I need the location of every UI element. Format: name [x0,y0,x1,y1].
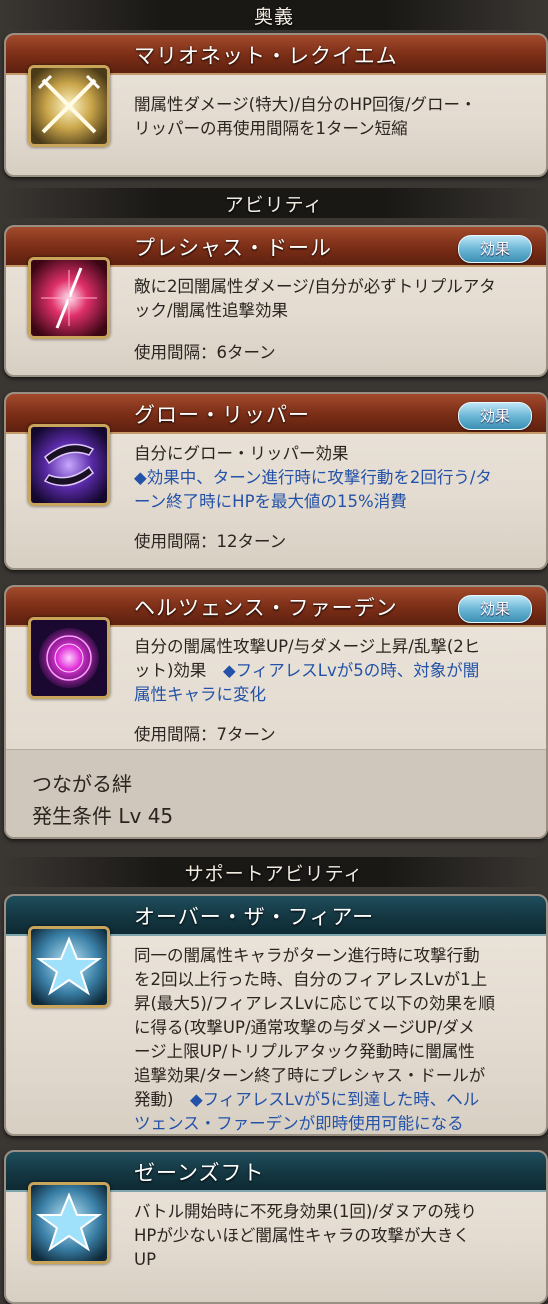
dual-blades-icon [28,424,110,506]
support-card-sehnsucht[interactable]: ゼーンズフト バトル開始時に不死身効果(1回)/ダヌアの残り HPが少ないほど闇… [4,1150,548,1304]
effect-button[interactable]: 効果 [458,595,532,623]
ability-interval: 使用間隔：12ターン [134,532,287,551]
ability-interval: 使用間隔：7ターン [134,725,276,744]
star-icon [28,1182,110,1264]
ougi-name: マリオネット・レクイエム [134,44,398,68]
support-description: 同一の闇属性キャラがターン進行時に攻撃行動 を2回以上行った時、自分のフィアレス… [134,946,496,1133]
ability-name: グロー・リッパー [134,403,310,427]
pink-slash-icon [28,257,110,339]
section-header-ability: アビリティ [0,188,548,218]
ability-description: 自分の闇属性攻撃UP/与ダメージ上昇/乱撃(2ヒ ット)効果 ◆フィアレスLvが… [134,637,481,704]
effect-button[interactable]: 効果 [458,402,532,430]
support-description: バトル開始時に不死身効果(1回)/ダヌアの残り HPが少ないほど闇属性キャラの攻… [134,1202,477,1269]
section-title-ougi: 奥義 [253,5,294,28]
section-header-ougi: 奥義 [0,0,548,30]
support-card-over-the-fear[interactable]: オーバー・ザ・フィアー 同一の闇属性キャラがターン進行時に攻撃行動 を2回以上行… [4,894,548,1136]
crossed-swords-icon [28,65,110,147]
bond-condition: 発生条件 Lv 45 [32,804,174,828]
ability-description: 敵に2回闇属性ダメージ/自分が必ずトリプルアタ ック/闇属性追撃効果 [134,277,496,320]
ougi-description: 闇属性ダメージ(特大)/自分のHP回復/グロー・ リッパーの再使用間隔を1ターン… [134,95,477,138]
ougi-card[interactable]: マリオネット・レクイエム 闇属性ダメージ(特大)/自分のHP回復/グロー・ リッ… [4,33,548,177]
section-title-ability: アビリティ [224,193,324,216]
support-name: オーバー・ザ・フィアー [134,905,375,929]
star-icon [28,926,110,1008]
ability-name: ヘルツェンス・ファーデン [134,596,398,620]
support-name: ゼーンズフト [134,1161,265,1185]
ability-interval: 使用間隔：6ターン [134,343,276,362]
bond-panel: つながる絆 発生条件 Lv 45 [6,749,546,837]
bond-title: つながる絆 [32,772,132,796]
ability-card-glow-ripper[interactable]: グロー・リッパー 効果 自分にグロー・リッパー効果 ◆効果中、ターン進行時に攻撃… [4,392,548,570]
ability-card-herzens-faden[interactable]: ヘルツェンス・ファーデン 効果 自分の闇属性攻撃UP/与ダメージ上昇/乱撃(2ヒ… [4,585,548,839]
effect-button[interactable]: 効果 [458,235,532,263]
section-title-support: サポートアビリティ [184,862,364,885]
ability-card-precious-doll[interactable]: プレシャス・ドール 効果 敵に2回闇属性ダメージ/自分が必ずトリプルアタ ック/… [4,225,548,377]
section-header-support: サポートアビリティ [0,857,548,887]
ability-name: プレシャス・ドール [134,236,332,260]
magenta-orb-icon [28,617,110,699]
ability-description: 自分にグロー・リッパー効果 ◆効果中、ターン進行時に攻撃行動を2回行う/タ ーン… [134,444,492,511]
